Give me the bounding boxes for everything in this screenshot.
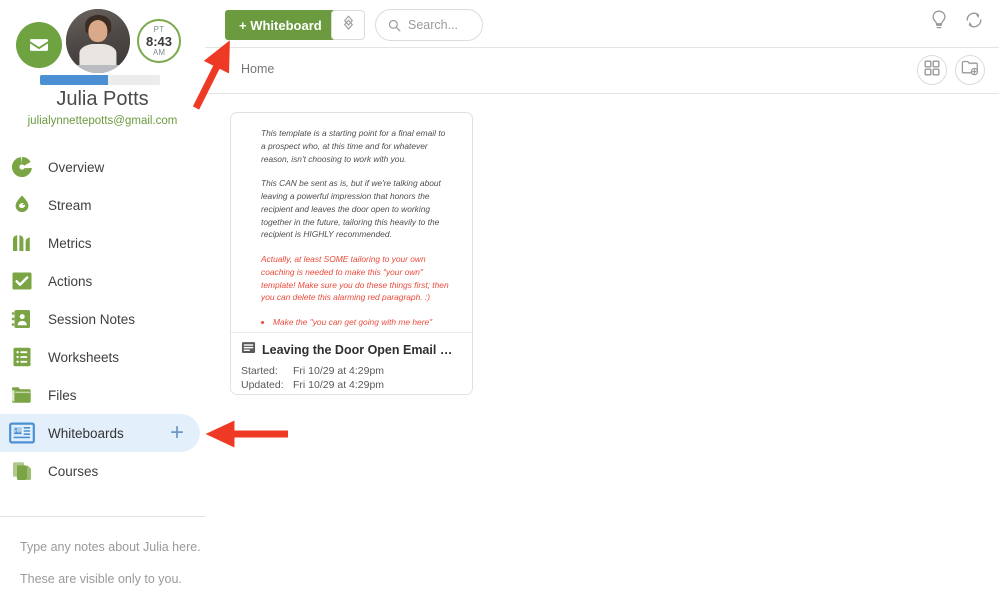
sidebar-item-label: Courses bbox=[48, 463, 99, 479]
whiteboard-meta: Started: Fri 10/29 at 4:29pm Updated: Fr… bbox=[241, 364, 462, 392]
courses-icon bbox=[8, 458, 36, 484]
overview-icon bbox=[8, 154, 36, 180]
whiteboard-title: Leaving the Door Open Email Tem… bbox=[262, 343, 458, 357]
sidebar-item-courses[interactable]: Courses bbox=[0, 452, 205, 490]
session-notes-icon bbox=[8, 306, 36, 332]
clock-meridiem: AM bbox=[153, 47, 165, 57]
meta-key: Updated: bbox=[241, 379, 284, 392]
add-whiteboard-plus-icon[interactable]: + bbox=[170, 421, 184, 445]
breadcrumb[interactable]: Home bbox=[241, 62, 274, 76]
sidebar-item-stream[interactable]: Stream bbox=[0, 186, 205, 224]
actions-check-icon bbox=[8, 268, 36, 294]
whiteboard-preview: This template is a starting point for a … bbox=[231, 113, 472, 332]
profile-progress-bar bbox=[40, 75, 160, 85]
whiteboard-title-row: Leaving the Door Open Email Tem… bbox=[241, 340, 462, 360]
notes-placeholder-line-1[interactable]: Type any notes about Julia here. bbox=[20, 540, 201, 554]
preview-bullet-list: Make the "you can get going with me here… bbox=[261, 316, 452, 332]
preview-paragraph-warning: Actually, at least SOME tailoring to you… bbox=[261, 254, 449, 303]
stream-icon bbox=[8, 192, 36, 218]
timezone-clock: PT 8:43 AM bbox=[137, 19, 181, 63]
envelope-icon[interactable] bbox=[16, 22, 62, 68]
document-icon bbox=[241, 340, 256, 360]
files-folder-icon bbox=[8, 382, 36, 408]
new-folder-icon bbox=[961, 59, 979, 81]
sort-button[interactable] bbox=[331, 10, 365, 40]
preview-bullet: Make the "you can get going with me here… bbox=[273, 316, 452, 332]
clock-timezone: PT bbox=[153, 24, 165, 34]
sidebar-item-worksheets[interactable]: Worksheets bbox=[0, 338, 205, 376]
top-toolbar: + Whiteboard Search... bbox=[205, 0, 999, 48]
view-controls bbox=[917, 55, 985, 85]
grid-view-button[interactable] bbox=[917, 55, 947, 85]
sidebar-item-label: Files bbox=[48, 387, 77, 403]
metrics-icon bbox=[8, 230, 36, 256]
meta-row-updated: Updated: Fri 10/29 at 4:29pm bbox=[241, 378, 462, 392]
page-title: Julia Potts bbox=[56, 88, 149, 110]
sort-chevrons-icon bbox=[341, 14, 356, 36]
sidebar-item-label: Stream bbox=[48, 197, 92, 213]
avatar[interactable] bbox=[66, 9, 130, 73]
sidebar-item-label: Whiteboards bbox=[48, 425, 124, 441]
preview-paragraph: This template is a starting point for a … bbox=[261, 128, 446, 164]
whiteboards-icon bbox=[8, 420, 36, 446]
sidebar-item-label: Metrics bbox=[48, 235, 92, 251]
sidebar-item-actions[interactable]: Actions bbox=[0, 262, 205, 300]
meta-row-started: Started: Fri 10/29 at 4:29pm bbox=[241, 364, 462, 378]
search-input[interactable]: Search... bbox=[375, 9, 483, 41]
sidebar: PT 8:43 AM Julia Potts julialynnettepott… bbox=[0, 0, 205, 597]
notes-placeholder-line-2[interactable]: These are visible only to you. bbox=[20, 572, 182, 586]
sidebar-item-session-notes[interactable]: Session Notes bbox=[0, 300, 205, 338]
clock-time: 8:43 bbox=[145, 33, 173, 49]
sidebar-item-label: Overview bbox=[48, 159, 105, 175]
whiteboard-card[interactable]: This template is a starting point for a … bbox=[230, 112, 473, 395]
preview-paragraph: This CAN be sent as is, but if we're tal… bbox=[261, 178, 441, 240]
sidebar-item-metrics[interactable]: Metrics bbox=[0, 224, 205, 262]
sidebar-item-whiteboards[interactable]: Whiteboards + bbox=[0, 414, 200, 452]
toolbar-right-icons bbox=[929, 9, 985, 31]
sidebar-item-label: Worksheets bbox=[48, 349, 120, 365]
search-icon bbox=[388, 19, 401, 32]
user-email[interactable]: julialynnettepotts@gmail.com bbox=[0, 115, 205, 127]
app-root: PT 8:43 AM Julia Potts julialynnettepott… bbox=[0, 0, 999, 597]
sidebar-nav: Overview Stream Metrics Actions Session … bbox=[0, 148, 205, 490]
breadcrumb-bar: Home bbox=[205, 48, 999, 94]
sidebar-item-label: Actions bbox=[48, 273, 93, 289]
new-whiteboard-button[interactable]: + Whiteboard bbox=[225, 10, 336, 40]
sidebar-item-files[interactable]: Files bbox=[0, 376, 205, 414]
meta-value: Fri 10/29 at 4:29pm bbox=[293, 365, 385, 377]
search-placeholder: Search... bbox=[408, 18, 459, 32]
new-folder-button[interactable] bbox=[955, 55, 985, 85]
meta-key: Started: bbox=[241, 365, 278, 377]
meta-value: Fri 10/29 at 4:29pm bbox=[293, 379, 385, 392]
notes-divider bbox=[0, 516, 205, 517]
sidebar-item-label: Session Notes bbox=[48, 311, 136, 327]
grid-view-icon bbox=[924, 60, 940, 81]
profile-header: PT 8:43 AM bbox=[0, 6, 205, 73]
sidebar-item-overview[interactable]: Overview bbox=[0, 148, 205, 186]
lightbulb-icon[interactable] bbox=[929, 9, 949, 31]
main-content: This template is a starting point for a … bbox=[205, 94, 999, 597]
worksheets-icon bbox=[8, 344, 36, 370]
profile-progress-fill bbox=[40, 75, 109, 85]
whiteboard-card-footer: Leaving the Door Open Email Tem… Started… bbox=[231, 332, 472, 394]
refresh-icon[interactable] bbox=[963, 9, 985, 31]
